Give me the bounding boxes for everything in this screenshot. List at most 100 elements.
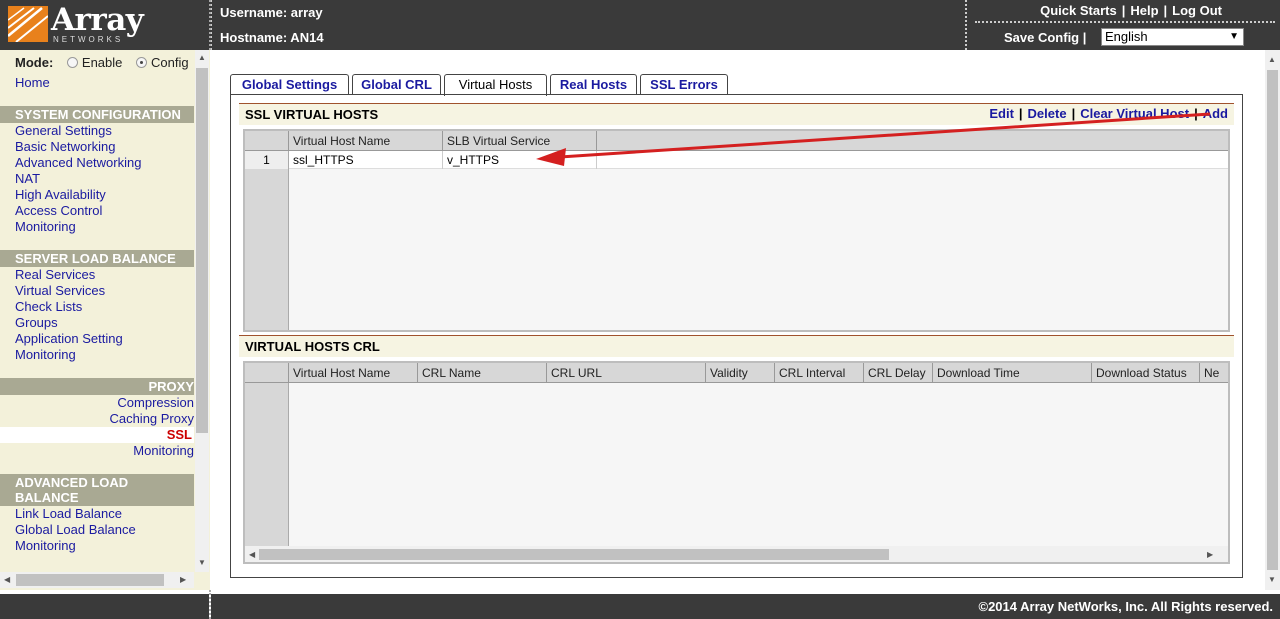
tab-ssl-errors[interactable]: SSL Errors [640, 74, 728, 95]
sidebar-item-groups[interactable]: Groups [15, 315, 58, 330]
scroll-thumb[interactable] [259, 549, 889, 560]
column-header-download-status[interactable]: Download Status [1092, 363, 1200, 383]
scroll-down-icon[interactable]: ▼ [198, 558, 206, 567]
tab-global-crl[interactable]: Global CRL [352, 74, 441, 95]
sidebar-item-global-load-balance[interactable]: Global Load Balance [15, 522, 136, 537]
sidebar-item-real-services[interactable]: Real Services [15, 267, 95, 282]
sidebar-item-general-settings[interactable]: General Settings [15, 123, 112, 138]
table-row[interactable]: 1 ssl_HTTPS v_HTTPS [245, 151, 1228, 169]
tab-real-hosts[interactable]: Real Hosts [550, 74, 637, 95]
section-title: SSL VIRTUAL HOSTS [245, 107, 379, 122]
save-config-button[interactable]: Save Config | [1004, 30, 1086, 45]
copyright-text: ©2014 Array NetWorks, Inc. All Rights re… [978, 599, 1274, 614]
scroll-right-icon[interactable]: ▶ [180, 575, 186, 584]
row-number-column [245, 363, 289, 562]
save-config-label: Save Config [1004, 30, 1080, 45]
column-header [245, 363, 289, 383]
sidebar-item-access-control[interactable]: Access Control [15, 203, 102, 218]
sidebar-item-virtual-services[interactable]: Virtual Services [15, 283, 105, 298]
grid-header: Virtual Host Name CRL Name CRL URL Valid… [245, 363, 1228, 383]
username-label: Username: array [220, 5, 323, 20]
log-out-link[interactable]: Log Out [1172, 3, 1222, 18]
sidebar-horizontal-scrollbar[interactable]: ◀ ▶ [0, 572, 194, 588]
scroll-thumb[interactable] [1267, 70, 1278, 570]
column-header-ne[interactable]: Ne [1200, 363, 1228, 383]
language-selected-value: English [1105, 29, 1148, 44]
array-networks-logo: Array NETWORKS [8, 2, 208, 46]
delete-link[interactable]: Delete [1028, 106, 1067, 121]
mode-config-radio[interactable] [136, 57, 148, 68]
virtual-hosts-crl-grid: Virtual Host Name CRL Name CRL URL Valid… [243, 361, 1230, 564]
scroll-thumb[interactable] [16, 574, 164, 586]
virtual-hosts-crl-header: VIRTUAL HOSTS CRL [239, 335, 1234, 357]
sidebar-item-alb-monitoring[interactable]: Monitoring [15, 538, 76, 553]
header-dotted-divider [975, 21, 1275, 23]
scroll-up-icon[interactable]: ▲ [1268, 55, 1276, 64]
scroll-right-icon[interactable]: ▶ [1207, 550, 1213, 559]
action-links: Edit | Delete | Clear Virtual Host | Add [989, 106, 1228, 121]
sidebar-item-ssl[interactable]: SSL [0, 427, 194, 443]
column-header [245, 131, 289, 151]
top-links: Quick Starts | Help | Log Out [1040, 3, 1222, 18]
main-content: Global Settings Global CRL Virtual Hosts… [211, 50, 1280, 590]
section-proxy: PROXY [0, 378, 194, 395]
cell-slb-virtual-service: v_HTTPS [443, 151, 597, 169]
sidebar-item-caching-proxy[interactable]: Caching Proxy [109, 411, 194, 426]
footer-left [0, 594, 209, 619]
sidebar-item-compression[interactable]: Compression [117, 395, 194, 410]
sidebar-item-home[interactable]: Home [15, 75, 50, 90]
sidebar-item-link-load-balance[interactable]: Link Load Balance [15, 506, 122, 521]
column-header-virtual-host-name[interactable]: Virtual Host Name [289, 363, 418, 383]
logo-word: Array [51, 2, 144, 38]
mode-selector: Mode: Enable Config [15, 55, 189, 70]
sidebar-item-system-monitoring[interactable]: Monitoring [15, 219, 76, 234]
tab-global-settings[interactable]: Global Settings [230, 74, 349, 95]
help-link[interactable]: Help [1130, 3, 1158, 18]
column-header-crl-name[interactable]: CRL Name [418, 363, 547, 383]
sidebar-item-slb-monitoring[interactable]: Monitoring [15, 347, 76, 362]
mode-label: Mode: [15, 55, 54, 70]
tab-panel: SSL VIRTUAL HOSTS Edit | Delete | Clear Virt… [230, 94, 1243, 578]
top-header: Array NETWORKS Username: array Hostname:… [0, 0, 1280, 50]
sidebar-item-check-lists[interactable]: Check Lists [15, 299, 82, 314]
grid-horizontal-scrollbar[interactable]: ◀ ▶ [245, 546, 1228, 562]
sidebar-item-nat[interactable]: NAT [15, 171, 40, 186]
grid-header: Virtual Host Name SLB Virtual Service [245, 131, 1228, 151]
column-header-validity[interactable]: Validity [706, 363, 775, 383]
sidebar-item-proxy-monitoring[interactable]: Monitoring [133, 443, 194, 458]
sidebar-nav: Mode: Enable Config Home SYSTEM CONFIGUR… [0, 50, 194, 572]
clear-virtual-host-link[interactable]: Clear Virtual Host [1080, 106, 1189, 121]
column-header-download-time[interactable]: Download Time [933, 363, 1092, 383]
sidebar-item-application-setting[interactable]: Application Setting [15, 331, 123, 346]
add-link[interactable]: Add [1203, 106, 1228, 121]
sidebar-item-advanced-networking[interactable]: Advanced Networking [15, 155, 141, 170]
logo-mark-icon [8, 6, 48, 42]
scroll-left-icon[interactable]: ◀ [249, 550, 255, 559]
sidebar-item-high-availability[interactable]: High Availability [15, 187, 106, 202]
scroll-up-icon[interactable]: ▲ [198, 53, 206, 62]
mode-config-label: Config [151, 55, 189, 70]
language-select[interactable]: English ▼ [1101, 28, 1244, 46]
column-header-crl-interval[interactable]: CRL Interval [775, 363, 864, 383]
section-system-configuration: SYSTEM CONFIGURATION [0, 106, 194, 123]
mode-enable-radio[interactable] [66, 57, 78, 68]
column-header-virtual-host-name[interactable]: Virtual Host Name [289, 131, 443, 151]
scroll-left-icon[interactable]: ◀ [4, 575, 10, 584]
scroll-down-icon[interactable]: ▼ [1268, 575, 1276, 584]
cell-virtual-host-name: ssl_HTTPS [289, 151, 443, 169]
scroll-thumb[interactable] [196, 68, 208, 433]
tab-virtual-hosts[interactable]: Virtual Hosts [444, 74, 547, 96]
column-header-crl-delay[interactable]: CRL Delay [864, 363, 933, 383]
row-number: 1 [245, 151, 289, 169]
footer: ©2014 Array NetWorks, Inc. All Rights re… [211, 594, 1280, 619]
user-info: Username: array Hostname: AN14 [220, 5, 324, 55]
sidebar-vertical-scrollbar[interactable]: ▲ ▼ [195, 50, 209, 572]
main-vertical-scrollbar[interactable]: ▲ ▼ [1265, 50, 1280, 590]
column-header-crl-url[interactable]: CRL URL [547, 363, 706, 383]
edit-link[interactable]: Edit [989, 106, 1014, 121]
mode-enable-label: Enable [81, 55, 123, 70]
sidebar-item-basic-networking[interactable]: Basic Networking [15, 139, 115, 154]
column-header-slb-virtual-service[interactable]: SLB Virtual Service [443, 131, 597, 151]
section-title-line: BALANCE [15, 490, 79, 505]
quick-starts-link[interactable]: Quick Starts [1040, 3, 1117, 18]
